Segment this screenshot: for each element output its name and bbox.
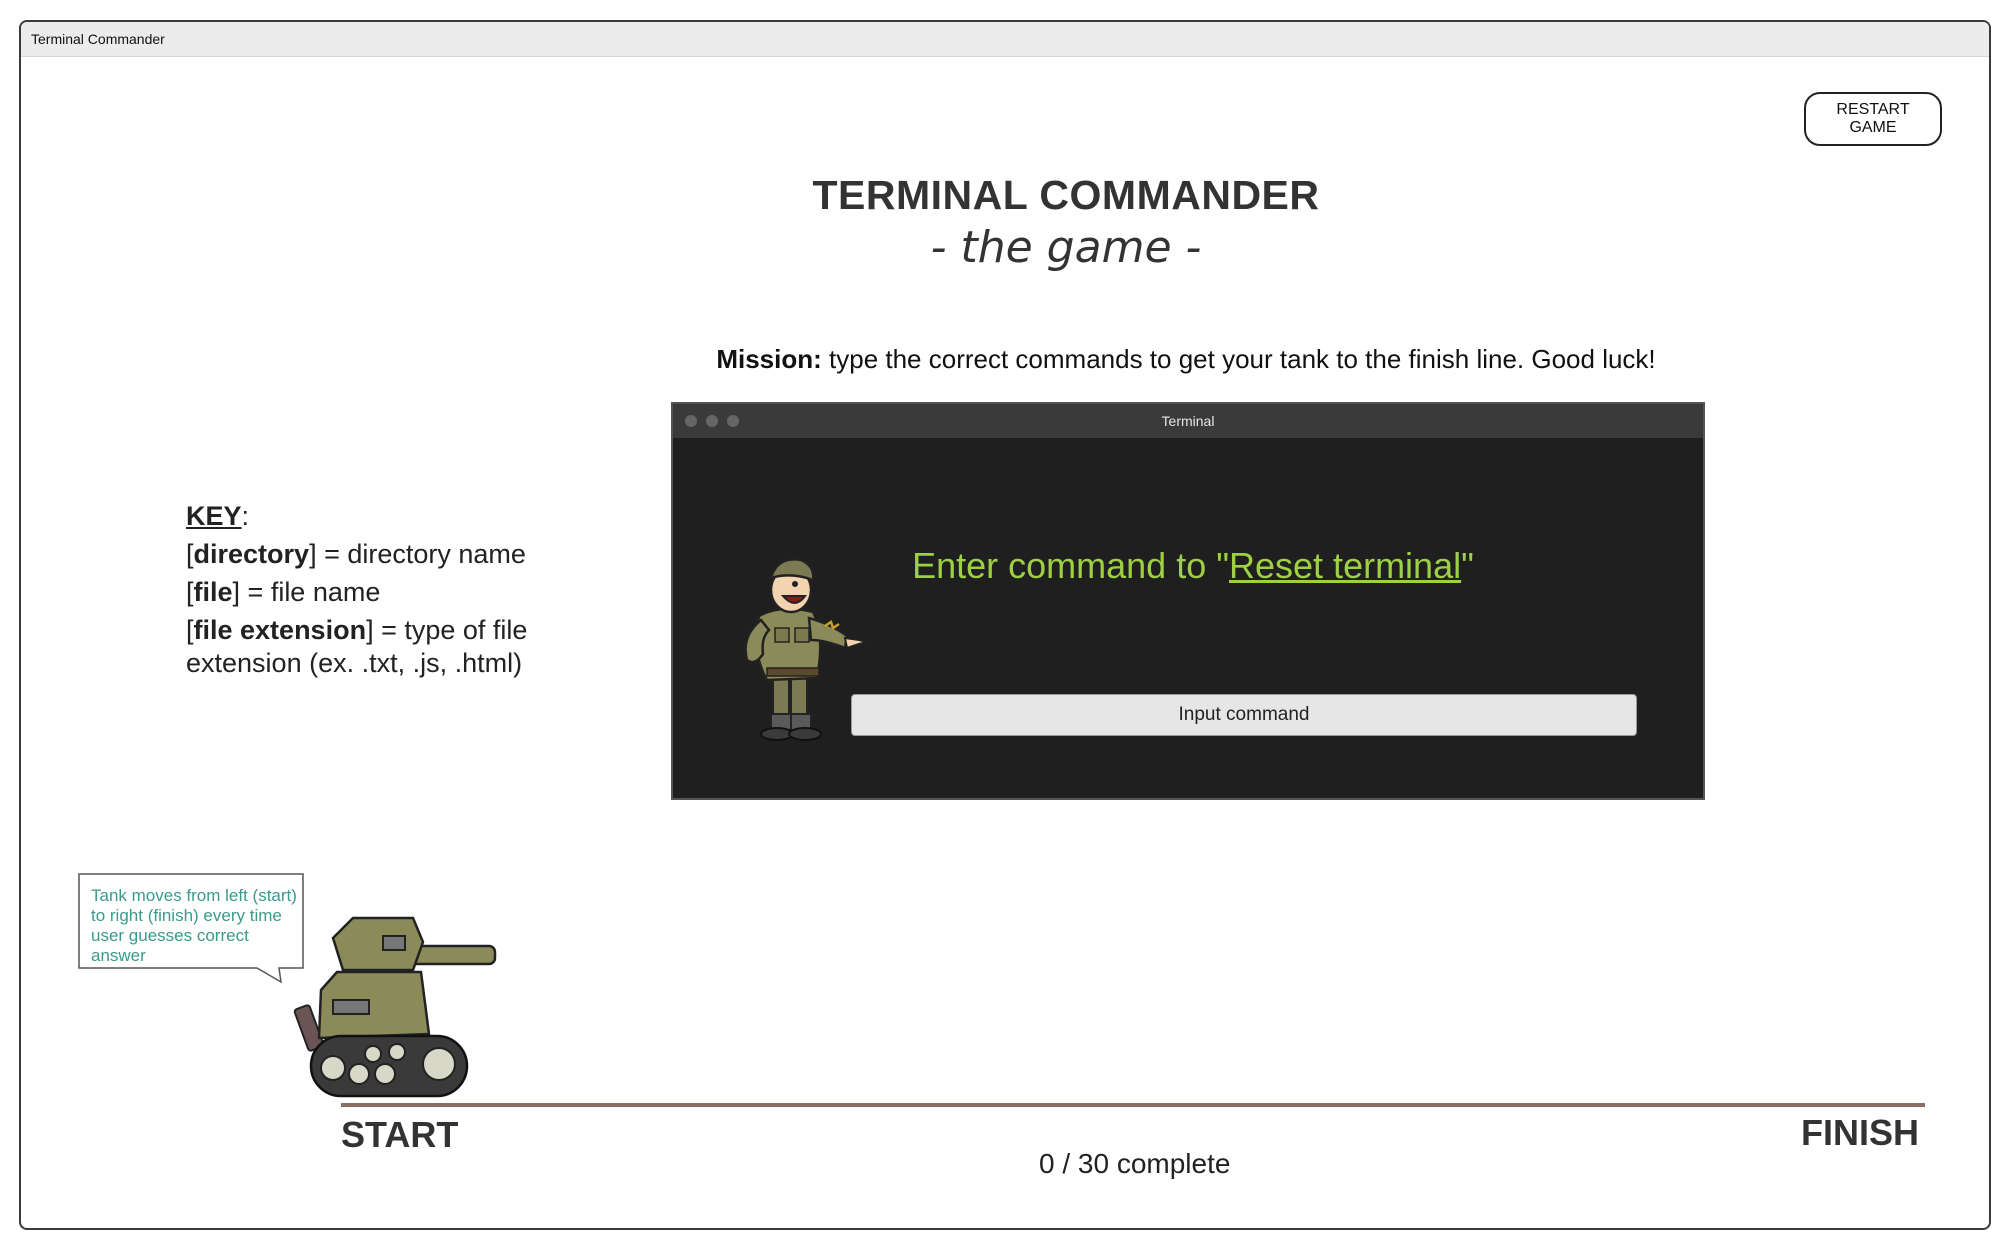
key-item-file: [file] = file name	[186, 577, 381, 607]
progress-track	[341, 1103, 1925, 1107]
command-input[interactable]: Input command	[851, 694, 1637, 736]
window-titlebar: Terminal Commander	[21, 22, 1989, 57]
task-name: Reset terminal	[1229, 545, 1462, 586]
page-subtitle: - the game -	[930, 222, 1202, 273]
tank-illustration	[293, 916, 497, 1098]
key-title: KEY:	[186, 501, 250, 531]
key-item-file-extension-cont: extension (ex. .txt, .js, .html)	[186, 648, 523, 678]
terminal-title: Terminal	[1161, 413, 1215, 429]
terminal-panel: Terminal Enter command to "Reset termina…	[671, 402, 1705, 800]
terminal-titlebar: Terminal	[673, 404, 1703, 438]
key-legend: KEY: [directory] = directory name [file]…	[186, 497, 527, 677]
finish-label: FINISH	[1801, 1112, 1920, 1153]
app-window: Terminal Commander RESTART GAME TERMINAL…	[19, 20, 1991, 1230]
tank-callout-text: Tank moves from left (start) to right (f…	[91, 886, 297, 965]
key-item-directory: [directory] = directory name	[186, 539, 526, 569]
start-label: START	[341, 1114, 459, 1155]
window-title: Terminal Commander	[31, 31, 165, 47]
restart-game-button[interactable]: RESTART GAME	[1804, 92, 1942, 146]
page-title: TERMINAL COMMANDER	[812, 172, 1320, 218]
progress-counter: 0 / 30 complete	[1039, 1148, 1231, 1179]
mission-description: type the correct commands to get your ta…	[821, 344, 1656, 374]
mission-label: Mission:	[716, 344, 822, 374]
key-item-file-extension: [file extension] = type of file	[186, 615, 528, 645]
mission-text: Mission: type the correct commands to ge…	[21, 344, 1989, 375]
